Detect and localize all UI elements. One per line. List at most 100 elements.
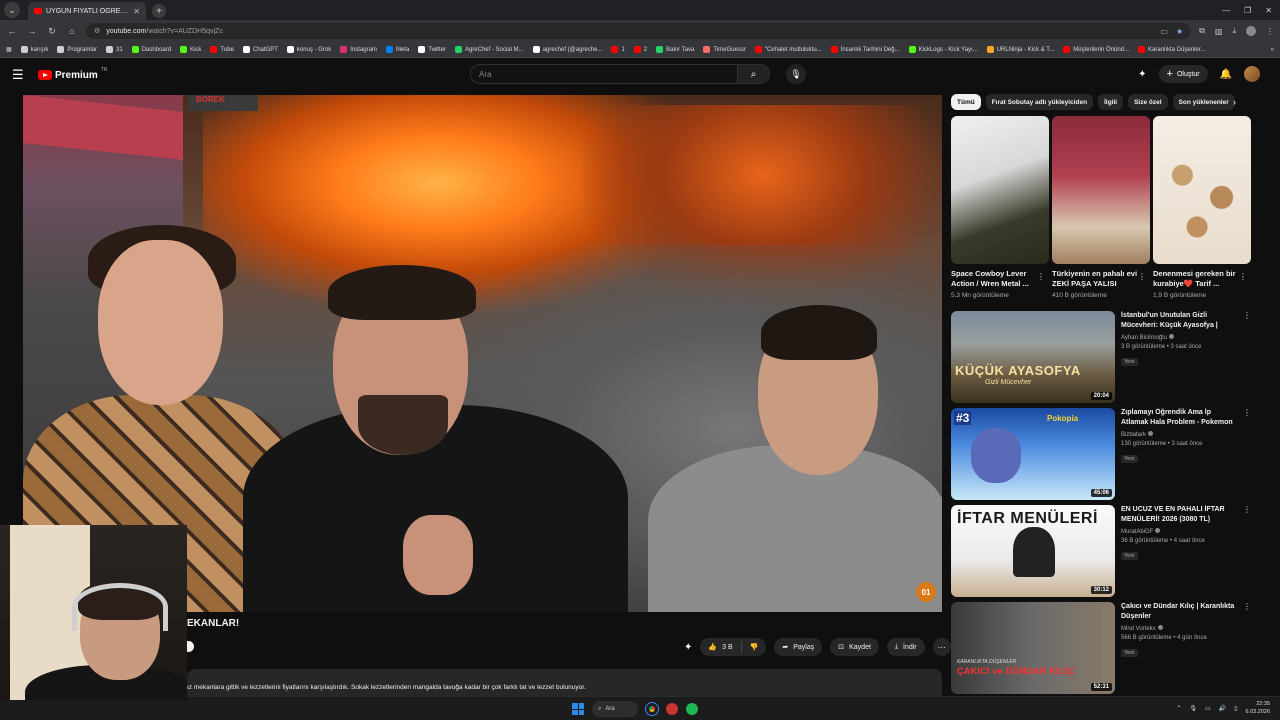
video-thumbnail[interactable]: #3 Pokopia 45:06 — [951, 408, 1115, 500]
short-thumbnail[interactable] — [1052, 116, 1150, 264]
video-title[interactable]: Zıplamayı Öğrendik Ama İp Atlamak Hala P… — [1121, 408, 1239, 428]
tab-close-icon[interactable]: ✕ — [133, 7, 140, 16]
bookmark-item[interactable]: Twitter — [418, 46, 446, 53]
bookmark-item[interactable]: Kick — [180, 46, 201, 53]
dislike-button[interactable]: 👎 — [742, 643, 767, 651]
back-icon[interactable]: ← — [6, 26, 18, 36]
video-thumbnail[interactable]: KARANLIKTA DÜŞENLER ÇAKICI ve DÜNDAR KILI… — [951, 602, 1115, 694]
bookmark-item[interactable]: AgreChef - Social M... — [454, 46, 524, 53]
more-options-icon[interactable]: ⋮ — [1243, 505, 1251, 514]
bookmark-item[interactable]: Karanlıkta Düşenler... — [1138, 46, 1205, 53]
channel-name[interactable]: MuratAbiGF — [1121, 529, 1153, 535]
youtube-premium-logo[interactable]: Premium TR — [38, 67, 107, 81]
filter-chip[interactable]: Tümü — [951, 94, 981, 110]
bookmark-item[interactable]: 31 — [106, 46, 123, 53]
more-options-icon[interactable]: ⋮ — [1243, 602, 1251, 611]
windows-start-icon[interactable] — [572, 703, 584, 715]
extensions-icon[interactable]: ⧉ — [1199, 26, 1205, 36]
filter-chip[interactable]: İlgili — [1098, 94, 1124, 110]
downloads-icon[interactable]: ⤓ — [1232, 26, 1236, 36]
more-options-icon[interactable]: ⋮ — [1037, 272, 1045, 281]
minimize-icon[interactable]: — — [1222, 6, 1230, 15]
apps-grid-icon[interactable]: ▦ — [6, 46, 12, 53]
short-title[interactable]: Denenmesi gereken bir kurabiye❤️ Tarif .… — [1153, 269, 1241, 289]
video-thumbnail[interactable]: KÜÇÜK AYASOFYA Gizli Mücevher 20:04 — [951, 311, 1115, 403]
side-panel-icon[interactable]: ▥ — [1215, 27, 1223, 36]
bookmark-item[interactable]: Dashboard — [131, 46, 171, 53]
video-thumbnail[interactable]: İFTAR MENÜLERİ 30:12 — [951, 505, 1115, 597]
bookmark-item[interactable]: URLNinja - Kick & T... — [986, 46, 1054, 53]
channel-name[interactable]: Ayhan Bicilmoğlu — [1121, 335, 1167, 341]
taskbar-search[interactable]: ⌕ Ara — [592, 701, 638, 717]
video-title[interactable]: İstanbul'un Unutulan Gizli Mücevheri: Kü… — [1121, 311, 1239, 331]
address-bar[interactable]: ⚙ youtube.com/watch?v=AUZDH5qvjZc ▭ ★ — [86, 23, 1192, 39]
more-options-icon[interactable]: ⋮ — [1239, 272, 1247, 281]
more-options-icon[interactable]: ⋮ — [1138, 272, 1146, 281]
search-icon[interactable]: ⌕ — [738, 64, 770, 84]
save-button[interactable]: ⊡ Kaydet — [830, 638, 879, 656]
notifications-bell-icon[interactable]: 🔔 — [1220, 69, 1232, 80]
more-options-icon[interactable]: ⋮ — [1243, 408, 1251, 417]
recommended-video[interactable]: KARANLIKTA DÜŞENLER ÇAKICI ve DÜNDAR KILI… — [951, 602, 1251, 694]
create-button[interactable]: + Oluştur — [1158, 65, 1208, 83]
short-title[interactable]: Türkiyenin en pahalı evi ZEKİ PAŞA YALIS… — [1052, 269, 1140, 289]
bookmark-item[interactable]: Tube — [210, 46, 234, 53]
more-options-icon[interactable]: ⋮ — [1243, 311, 1251, 320]
bookmark-item[interactable]: ChatGPT — [242, 46, 278, 53]
more-actions-icon[interactable]: ⋯ — [932, 638, 951, 656]
description-box[interactable]: ız mekanlara gittik ve lezzetlerini fiya… — [187, 669, 942, 696]
video-title[interactable]: Çakıcı ve Dündar Kılıç | Karanlıkta Düşe… — [1121, 602, 1239, 622]
filter-chip[interactable]: Son yüklenenler — [1172, 94, 1235, 110]
network-icon[interactable]: ▭ — [1205, 705, 1211, 712]
bookmark-star-icon[interactable]: ★ — [1176, 27, 1183, 36]
short-title[interactable]: Space Cowboy Lever Action / Wren Metal .… — [951, 269, 1039, 289]
profile-avatar-icon[interactable] — [1246, 26, 1256, 36]
filter-chip[interactable]: Size özel — [1128, 94, 1168, 110]
ai-sparkle-icon[interactable]: ✦ — [1138, 69, 1146, 80]
bookmark-item[interactable]: karışık — [20, 46, 48, 53]
short-item[interactable]: Space Cowboy Lever Action / Wren Metal .… — [951, 116, 1049, 299]
bookmark-item[interactable]: 1 — [611, 46, 625, 53]
clock[interactable]: 22:35 6.03.2026 — [1246, 700, 1270, 716]
home-icon[interactable]: ⌂ — [66, 26, 78, 36]
video-title[interactable]: EN UCUZ VE EN PAHALI İFTAR MENÜLERİ! 202… — [1121, 505, 1239, 525]
short-item[interactable]: Türkiyenin en pahalı evi ZEKİ PAŞA YALIS… — [1052, 116, 1150, 299]
bookmark-item[interactable]: Programlar — [57, 46, 97, 53]
menu-icon[interactable]: ☰ — [12, 67, 32, 83]
search-input[interactable] — [479, 69, 737, 79]
microphone-tray-icon[interactable]: 🎙 — [1189, 705, 1197, 712]
like-button[interactable]: 👍 3 B — [700, 641, 742, 653]
chrome-icon[interactable] — [645, 702, 659, 716]
bookmark-item[interactable]: Instagram — [340, 46, 377, 53]
new-tab-button[interactable]: + — [152, 4, 166, 18]
battery-icon[interactable]: ▯ — [1234, 705, 1237, 712]
ask-ai-icon[interactable]: ✦ — [684, 642, 692, 653]
short-thumbnail[interactable] — [1153, 116, 1251, 264]
bookmark-item[interactable]: KickLogs - Kick Yayı... — [908, 46, 978, 53]
bookmark-item[interactable]: Müşterilerin Önünd... — [1063, 46, 1129, 53]
bookmark-item[interactable]: Meta — [385, 46, 409, 53]
bookmark-item[interactable]: "Cehalet mutluluktu... — [754, 46, 822, 53]
cast-icon[interactable]: ▭ — [1160, 27, 1168, 36]
bookmarks-overflow-button[interactable]: » — [1271, 47, 1274, 53]
browser-tab-active[interactable]: UYGUN FİYATLI ÖĞRENCİ DOSTU ✕ — [28, 2, 146, 20]
forward-icon[interactable]: → — [26, 26, 38, 36]
channel-name[interactable]: Bizbatark — [1121, 432, 1146, 438]
maximize-icon[interactable]: ❐ — [1244, 6, 1251, 15]
site-info-icon[interactable]: ⚙ — [94, 27, 100, 35]
chevron-right-icon[interactable]: › — [1233, 97, 1236, 107]
microphone-icon[interactable]: 🎙 — [786, 64, 806, 84]
bookmark-item[interactable]: agrechef (@agreche... — [532, 46, 602, 53]
recommended-video[interactable]: #3 Pokopia 45:06 Zıplamayı Öğrendik Ama İp … — [951, 408, 1251, 500]
bookmark-item[interactable]: Bakır Tava — [656, 46, 694, 53]
channel-name[interactable]: Mind Vortekx — [1121, 626, 1156, 632]
short-item[interactable]: Denenmesi gereken bir kurabiye❤️ Tarif .… — [1153, 116, 1251, 299]
system-tray-chevron-icon[interactable]: ⌃ — [1176, 705, 1181, 712]
reload-icon[interactable]: ↻ — [46, 26, 58, 37]
user-avatar[interactable] — [1244, 66, 1260, 82]
close-window-icon[interactable]: ✕ — [1265, 6, 1272, 15]
volume-icon[interactable]: 🔊 — [1219, 705, 1226, 712]
share-button[interactable]: ➦ Paylaş — [774, 638, 823, 656]
tab-search-icon[interactable]: ⌄ — [4, 2, 20, 18]
short-thumbnail[interactable] — [951, 116, 1049, 264]
